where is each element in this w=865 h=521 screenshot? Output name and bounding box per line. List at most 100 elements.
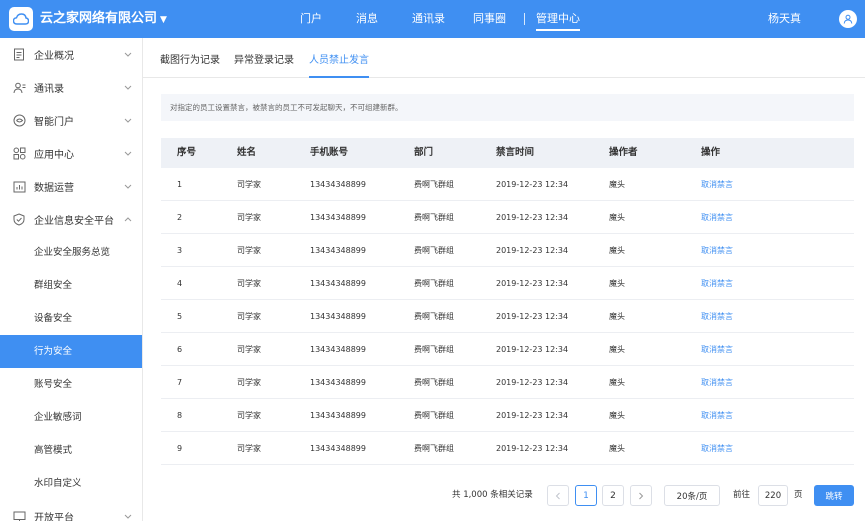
col-phone: 13434348899 (310, 444, 366, 453)
next-page-button[interactable] (630, 485, 652, 506)
col-mute-time: 2019-12-23 12:34 (496, 180, 569, 189)
col-name: 司学家 (237, 246, 261, 255)
unmute-link[interactable]: 取消禁言 (701, 234, 733, 267)
unmute-link[interactable]: 取消禁言 (701, 399, 733, 432)
nav-colleague-circle[interactable]: 同事圈 (473, 0, 506, 38)
col-operator: 魔头 (609, 312, 625, 321)
nav-admin-center[interactable]: 管理中心 (536, 0, 580, 38)
goto-label: 前往 (733, 490, 751, 500)
col-name: 司学家 (237, 213, 261, 222)
document-icon (12, 48, 26, 62)
col-name: 司学家 (237, 279, 261, 288)
col-name: 司学家 (237, 312, 261, 321)
sidebar-item-app-center[interactable]: 应用中心 (0, 137, 142, 170)
contacts-icon (12, 81, 26, 95)
col-index: 9 (177, 444, 183, 453)
sidebar-sub-executive-mode[interactable]: 高管模式 (0, 434, 142, 467)
col-department: 费啊飞群组 (414, 312, 454, 321)
col-name: 司学家 (237, 411, 261, 420)
sidebar-item-label: 通讯录 (34, 84, 64, 95)
col-operator: 魔头 (609, 246, 625, 255)
table-header: 序号 姓名 手机账号 部门 禁言时间 操作者 操作 (161, 138, 854, 168)
col-operator: 魔头 (609, 444, 625, 453)
col-phone: 13434348899 (310, 246, 366, 255)
page-unit-label: 页 (794, 490, 803, 500)
sidebar-sub-account-security[interactable]: 账号安全 (0, 368, 142, 401)
col-department: 费啊飞群组 (414, 213, 454, 222)
sidebar-sub-security-overview[interactable]: 企业安全服务总览 (0, 236, 142, 269)
sidebar-sub-sensitive-words[interactable]: 企业敏感词 (0, 401, 142, 434)
goto-page-input[interactable] (758, 485, 788, 506)
col-index: 4 (177, 279, 183, 288)
col-department: 费啊飞群组 (414, 411, 454, 420)
table-row: 3 司学家 13434348899 费啊飞群组 2019-12-23 12:34 魔头 取消… (161, 234, 854, 267)
chevron-down-icon (123, 118, 133, 123)
page-size-select[interactable]: 20条/页 (664, 485, 720, 506)
table-row: 5 司学家 13434348899 费啊飞群组 2019-12-23 12:34 魔头 取消… (161, 300, 854, 333)
header-col-phone: 手机账号 (310, 147, 349, 158)
col-index: 5 (177, 312, 183, 321)
col-department: 费啊飞群组 (414, 378, 454, 387)
col-index: 8 (177, 411, 183, 420)
jump-button[interactable]: 跳转 (814, 485, 854, 506)
chevron-down-icon (123, 514, 133, 519)
sidebar-item-label: 开放平台 (34, 513, 74, 521)
col-mute-time: 2019-12-23 12:34 (496, 312, 569, 321)
header-col-index: 序号 (177, 147, 197, 158)
col-department: 费啊飞群组 (414, 345, 454, 354)
sidebar-sub-device-security[interactable]: 设备安全 (0, 302, 142, 335)
col-mute-time: 2019-12-23 12:34 (496, 345, 569, 354)
col-phone: 13434348899 (310, 213, 366, 222)
sidebar-sub-group-security[interactable]: 群组安全 (0, 269, 142, 302)
page-button-2[interactable]: 2 (602, 485, 624, 506)
chevron-down-icon (123, 151, 133, 156)
col-index: 1 (177, 180, 183, 189)
sidebar-item-security-platform[interactable]: 企业信息安全平台 (0, 203, 142, 236)
col-name: 司学家 (237, 444, 261, 453)
unmute-link[interactable]: 取消禁言 (701, 366, 733, 399)
unmute-link[interactable]: 取消禁言 (701, 267, 733, 300)
sidebar-item-open-platform[interactable]: 开放平台 (0, 500, 142, 521)
nav-portal[interactable]: 门户 (300, 0, 322, 38)
chart-icon (12, 180, 26, 194)
sidebar-item-data-operations[interactable]: 数据运营 (0, 170, 142, 203)
tab-screenshot-records[interactable]: 截图行为记录 (160, 38, 220, 78)
tab-abnormal-login[interactable]: 异常登录记录 (234, 38, 294, 78)
unmute-link[interactable]: 取消禁言 (701, 432, 733, 465)
sidebar-item-label: 数据运营 (34, 183, 74, 194)
chevron-up-icon (123, 217, 133, 222)
col-operator: 魔头 (609, 345, 625, 354)
col-mute-time: 2019-12-23 12:34 (496, 279, 569, 288)
sidebar-item-company-overview[interactable]: 企业概况 (0, 38, 142, 71)
nav-contacts[interactable]: 通讯录 (412, 0, 445, 38)
col-phone: 13434348899 (310, 345, 366, 354)
page-button-1[interactable]: 1 (575, 485, 597, 506)
unmute-link[interactable]: 取消禁言 (701, 333, 733, 366)
company-switcher[interactable]: 云之家网络有限公司 ▼ (40, 0, 167, 38)
tab-bar: 截图行为记录 异常登录记录 人员禁止发言 (143, 38, 865, 78)
col-phone: 13434348899 (310, 312, 366, 321)
unmute-link[interactable]: 取消禁言 (701, 300, 733, 333)
col-mute-time: 2019-12-23 12:34 (496, 411, 569, 420)
sidebar-sub-behavior-security[interactable]: 行为安全 (0, 335, 142, 368)
col-mute-time: 2019-12-23 12:34 (496, 246, 569, 255)
unmute-link[interactable]: 取消禁言 (701, 168, 733, 201)
prev-page-button[interactable] (547, 485, 569, 506)
cloud-logo-icon[interactable] (9, 7, 33, 31)
avatar[interactable] (839, 10, 857, 28)
col-index: 7 (177, 378, 183, 387)
col-operator: 魔头 (609, 180, 625, 189)
sidebar-item-smart-portal[interactable]: 智能门户 (0, 104, 142, 137)
tab-muted-members[interactable]: 人员禁止发言 (309, 38, 369, 78)
nav-messages[interactable]: 消息 (356, 0, 378, 38)
sidebar-item-contacts[interactable]: 通讯录 (0, 71, 142, 104)
col-index: 3 (177, 246, 183, 255)
sidebar-sub-watermark[interactable]: 水印自定义 (0, 467, 142, 500)
unmute-link[interactable]: 取消禁言 (701, 201, 733, 234)
user-name[interactable]: 杨天真 (768, 0, 801, 38)
header-col-action: 操作 (701, 147, 721, 158)
sidebar-item-label: 企业信息安全平台 (34, 216, 114, 227)
top-bar: 云之家网络有限公司 ▼ 门户 消息 通讯录 同事圈 管理中心 杨天真 (0, 0, 865, 38)
col-phone: 13434348899 (310, 378, 366, 387)
table-row: 6 司学家 13434348899 费啊飞群组 2019-12-23 12:34 魔头 取消… (161, 333, 854, 366)
